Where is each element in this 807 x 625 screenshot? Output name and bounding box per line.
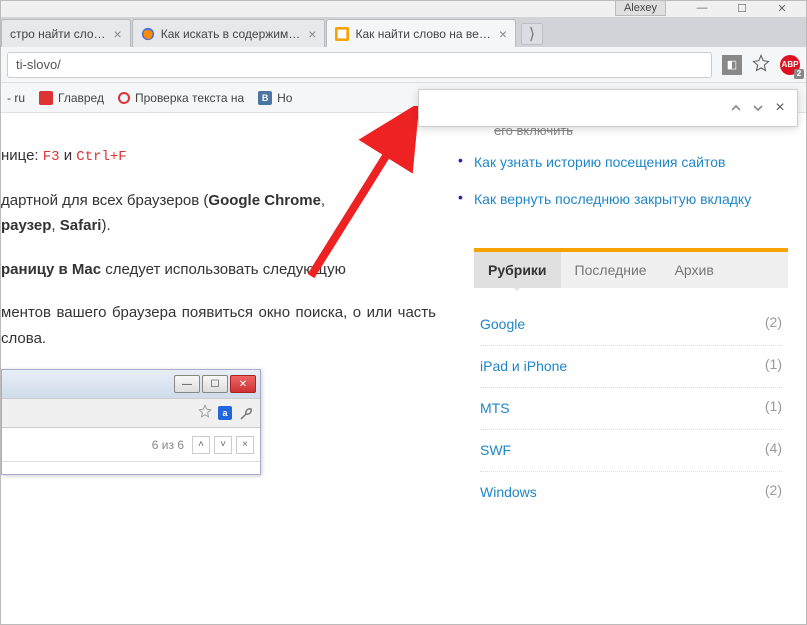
addr-actions: ◧ ABP [722,54,800,75]
browser-tab[interactable]: Как искать в содержим… × [132,19,326,47]
bookmark-item[interactable]: Проверка текста на [118,91,244,105]
inset-maximize-icon: ☐ [202,375,228,393]
vk-icon: B [258,91,272,105]
url-text: ti-slovo/ [16,57,61,72]
category-count: (2) [765,482,782,503]
window-maximize[interactable]: ☐ [722,1,762,15]
find-input[interactable] [425,96,725,120]
chevron-down-icon: ˅ [214,436,232,454]
close-icon[interactable]: × [308,26,316,42]
inset-screenshot: — ☐ ✕ a 6 из 6 ˄ ˅ × [1,369,261,475]
page-content: нице: F3 и Ctrl+F дартной для всех брауз… [1,113,806,624]
reader-icon[interactable]: ◧ [722,55,742,75]
list-item: Windows (2) [480,472,782,513]
bookmark-label: Главред [58,91,104,105]
widget-tab-rubrics[interactable]: Рубрики [474,252,561,288]
category-link[interactable]: iPad и iPhone [480,356,567,377]
category-link[interactable]: Windows [480,482,537,503]
star-icon [198,401,212,427]
article-paragraph: нице: F3 и Ctrl+F [1,143,436,170]
close-icon[interactable]: × [499,26,507,42]
window-close[interactable]: ✕ [762,1,802,15]
category-link[interactable]: Google [480,314,525,335]
widget-tab-archive[interactable]: Архив [661,252,728,288]
related-link[interactable]: Как узнать историю посещения сайтов [474,154,725,170]
browser-tab[interactable]: Как найти слово на ве… × [326,19,516,47]
list-item: Google (2) [480,304,782,346]
article-main: нице: F3 и Ctrl+F дартной для всех брауз… [1,113,446,624]
user-tag: Alexey [615,1,666,16]
article-paragraph: ментов вашего браузера появиться окно по… [1,300,436,351]
category-count: (4) [765,440,782,461]
category-count: (2) [765,314,782,335]
inset-find-bar: 6 из 6 ˄ ˅ × [2,428,260,462]
site-icon [39,91,53,105]
bookmark-item[interactable]: B Но [258,91,292,105]
window-minimize[interactable]: — [682,1,722,15]
tab-title: Как искать в содержим… [161,27,301,41]
bookmark-item[interactable]: Главред [39,91,104,105]
inset-toolbar: a [2,398,260,428]
inset-find-count: 6 из 6 [152,435,184,455]
category-widget: Рубрики Последние Архив Google (2) iPad и… [474,248,788,513]
wrench-icon [238,405,254,421]
bookmark-item[interactable]: - ru [7,91,25,105]
browser-tab[interactable]: стро найти сло… × [1,19,131,47]
category-count: (1) [765,356,782,377]
bookmark-label: Проверка текста на [135,91,244,105]
firefox-icon [141,27,155,41]
extension-icon: a [218,406,232,420]
widget-tab-headers: Рубрики Последние Архив [474,252,788,288]
new-tab-button[interactable]: ⟩ [521,23,543,45]
inset-minimize-icon: — [174,375,200,393]
list-item: SWF (4) [480,430,782,472]
list-item: Как узнать историю посещения сайтов [474,144,788,181]
bookmark-label: Но [277,91,292,105]
address-bar-row: ti-slovo/ ◧ ABP [1,47,806,83]
article-paragraph: раницу в Mac следует использовать следую… [1,257,436,283]
abp-icon[interactable]: ABP [780,55,800,75]
bookmark-label: - ru [7,91,25,105]
site-icon [118,92,130,104]
window-titlebar: Alexey — ☐ ✕ [1,1,806,17]
inset-titlebar: — ☐ ✕ [2,370,260,398]
url-input[interactable]: ti-slovo/ [7,52,712,78]
list-item: iPad и iPhone (1) [480,346,782,388]
close-icon[interactable]: × [114,26,122,42]
inset-close-icon: ✕ [230,375,256,393]
category-count: (1) [765,398,782,419]
chevron-up-icon: ˄ [192,436,210,454]
bookmark-star-icon[interactable] [752,54,770,75]
category-link[interactable]: MTS [480,398,510,419]
find-close-button[interactable]: × [769,97,791,119]
close-icon: × [236,436,254,454]
find-in-page-bar: × [418,89,798,127]
inset-body [2,462,260,474]
site-icon [335,27,349,41]
related-links: Как узнать историю посещения сайтов Как … [474,144,788,218]
tab-title: стро найти сло… [10,27,106,41]
list-item: MTS (1) [480,388,782,430]
widget-tab-latest[interactable]: Последние [561,252,661,288]
related-link[interactable]: Как вернуть последнюю закрытую вкладку [474,191,751,207]
sidebar: его включить Как узнать историю посещени… [446,113,806,624]
list-item: Как вернуть последнюю закрытую вкладку [474,181,788,218]
tab-strip: стро найти сло… × Как искать в содержим…… [1,17,806,47]
find-prev-button[interactable] [725,97,747,119]
tab-title: Как найти слово на ве… [355,27,490,41]
category-list: Google (2) iPad и iPhone (1) MTS (1) SWF (4)… [474,288,788,513]
find-next-button[interactable] [747,97,769,119]
category-link[interactable]: SWF [480,440,511,461]
article-paragraph: дартной для всех браузеров (Google Chrom… [1,188,436,239]
